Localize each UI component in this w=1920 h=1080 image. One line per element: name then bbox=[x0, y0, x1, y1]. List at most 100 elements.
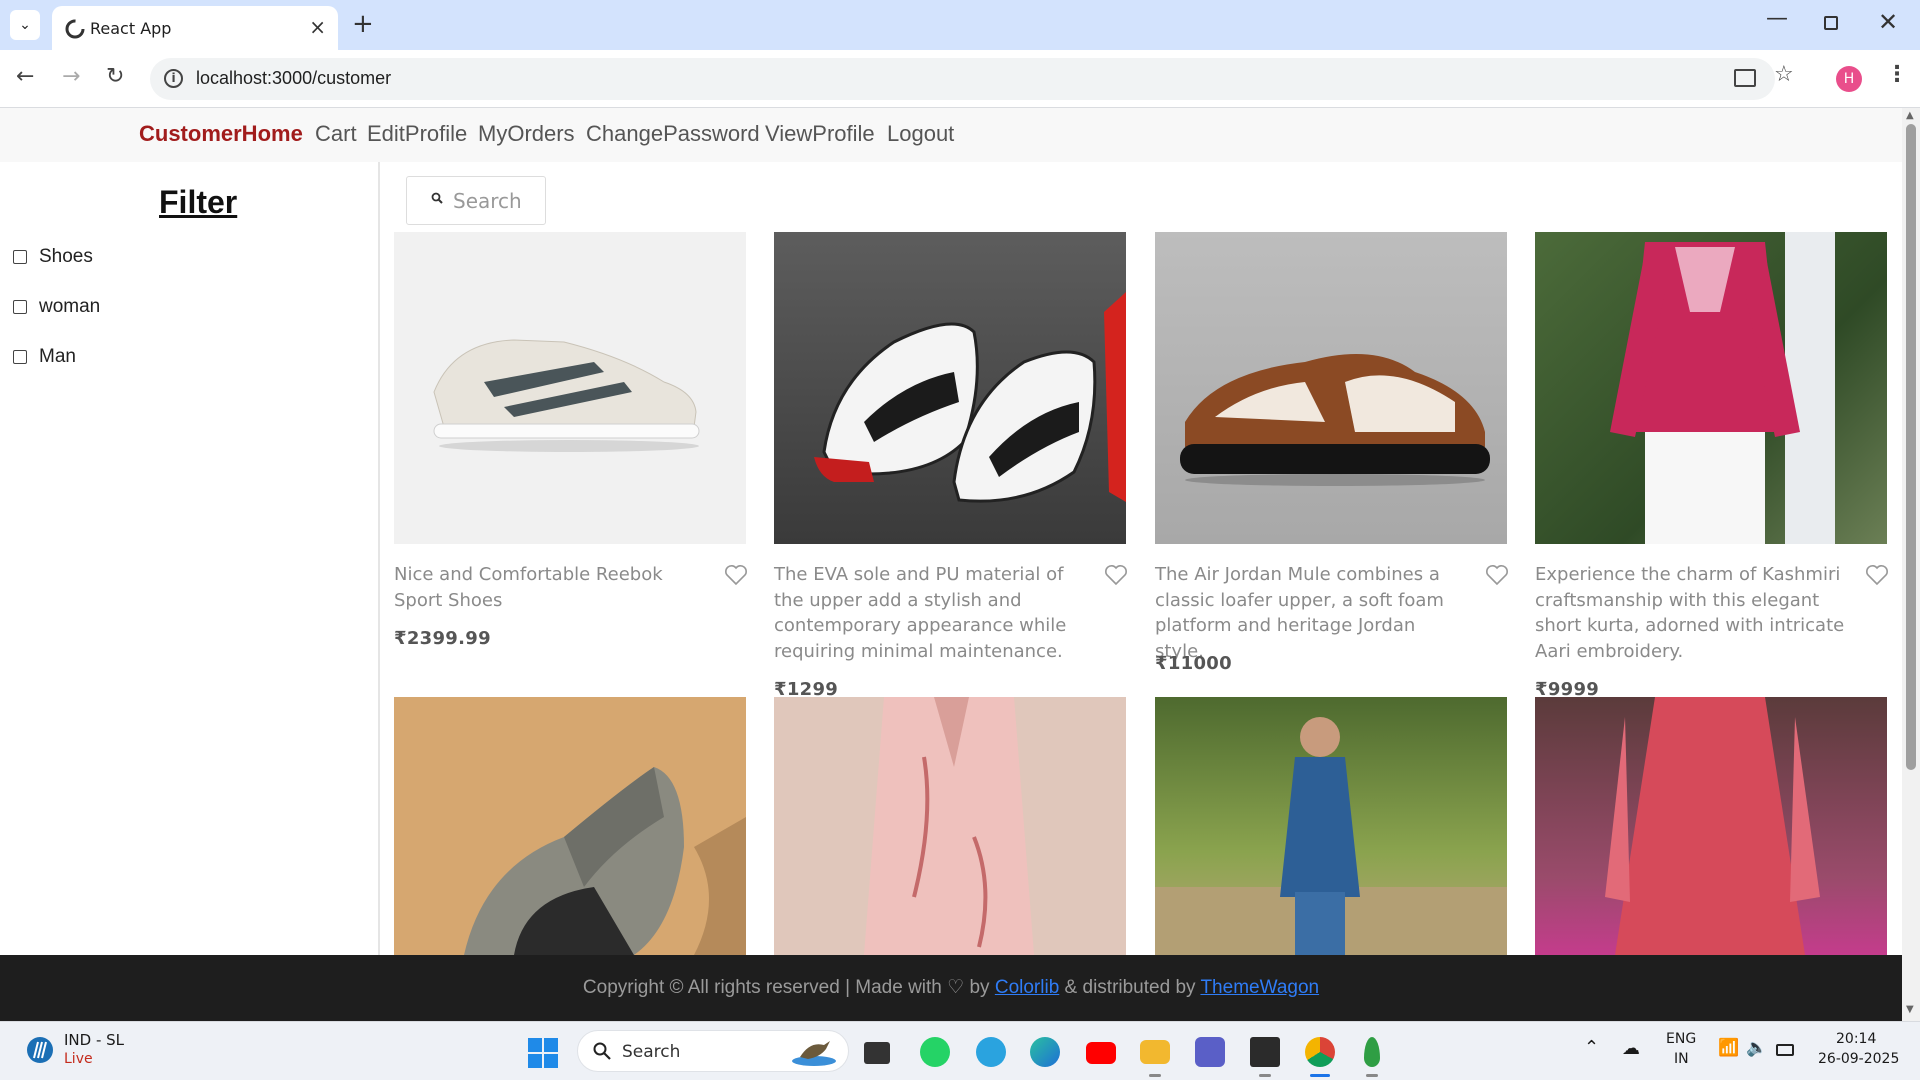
windows-start-icon[interactable] bbox=[528, 1038, 558, 1068]
woman-checkbox[interactable] bbox=[13, 300, 27, 314]
widget-live-label: Live bbox=[64, 1051, 93, 1067]
address-bar[interactable]: i localhost:3000/customer bbox=[150, 58, 1775, 100]
clock-date[interactable]: 26-09-2025 bbox=[1818, 1051, 1899, 1067]
filter-label: Man bbox=[39, 346, 76, 367]
search-highlight-bird-icon bbox=[792, 1041, 836, 1066]
wifi-icon[interactable]: 📶 bbox=[1718, 1038, 1739, 1058]
battery-icon[interactable] bbox=[1776, 1044, 1794, 1056]
taskbar-search-box[interactable]: Search bbox=[577, 1030, 849, 1072]
customer-navbar: CustomerHome Cart EditProfile MyOrders C… bbox=[0, 108, 1902, 162]
file-explorer-icon[interactable] bbox=[1140, 1040, 1170, 1064]
show-hidden-icons-chevron-icon[interactable]: ⌃ bbox=[1584, 1037, 1599, 1058]
site-footer: Copyright © All rights reserved | Made w… bbox=[0, 955, 1902, 1021]
task-view-icon[interactable] bbox=[864, 1042, 890, 1064]
nav-change-password[interactable]: ChangePassword bbox=[586, 121, 760, 147]
nav-customer-home[interactable]: CustomerHome bbox=[139, 121, 303, 147]
product-description: Experience the charm of Kashmiri craftsm… bbox=[1535, 564, 1845, 662]
clock-time[interactable]: 20:14 bbox=[1836, 1031, 1876, 1047]
reload-icon[interactable]: ↻ bbox=[106, 64, 124, 89]
bookmark-star-icon[interactable]: ☆ bbox=[1774, 62, 1794, 87]
whatsapp-icon[interactable] bbox=[920, 1037, 950, 1067]
product-image-red-suit[interactable] bbox=[1535, 697, 1887, 955]
windows-taskbar: IND - SL Live Search ⌃ ☁ ENG IN 📶 🔈 20:1… bbox=[0, 1021, 1920, 1080]
filter-label: Shoes bbox=[39, 246, 93, 267]
terminal-icon[interactable] bbox=[1250, 1037, 1280, 1067]
scroll-down-arrow-icon[interactable]: ▼ bbox=[1906, 1004, 1914, 1015]
nav-cart[interactable]: Cart bbox=[315, 121, 357, 147]
running-indicator bbox=[1259, 1074, 1271, 1077]
heart-icon[interactable] bbox=[1104, 564, 1128, 586]
browser-tabbar: ⌄ React App × + — ✕ bbox=[0, 0, 1920, 50]
volume-icon[interactable]: 🔈 bbox=[1746, 1038, 1767, 1058]
footer-by: by bbox=[969, 977, 990, 998]
site-info-icon[interactable]: i bbox=[164, 69, 183, 88]
tab-title: React App bbox=[90, 19, 172, 38]
close-window-icon[interactable]: ✕ bbox=[1878, 8, 1898, 36]
themewagon-link[interactable]: ThemeWagon bbox=[1200, 977, 1319, 998]
nav-logout[interactable]: Logout bbox=[887, 121, 954, 147]
mongodb-icon[interactable] bbox=[1364, 1037, 1380, 1067]
tab-search-chevron-icon[interactable]: ⌄ bbox=[10, 10, 40, 40]
youtube-icon[interactable] bbox=[1086, 1042, 1116, 1064]
filter-sidebar: Filter Shoes woman Man bbox=[0, 162, 380, 955]
close-tab-icon[interactable]: × bbox=[309, 15, 326, 39]
product-image-grey-shoe[interactable] bbox=[394, 697, 746, 955]
browser-menu-icon[interactable]: ⋮ bbox=[1886, 62, 1908, 87]
product-image-kashmiri-kurta[interactable] bbox=[1535, 232, 1887, 544]
product-description: Nice and Comfortable Reebok Sport Shoes bbox=[394, 564, 663, 611]
minimize-window-icon[interactable]: — bbox=[1766, 6, 1788, 31]
product-image-pink-kurta[interactable] bbox=[774, 697, 1126, 955]
running-indicator bbox=[1366, 1074, 1378, 1077]
url-text[interactable]: localhost:3000/customer bbox=[196, 68, 391, 89]
search-input[interactable]: Search bbox=[406, 176, 546, 225]
edge-browser-icon[interactable] bbox=[1030, 1037, 1060, 1067]
new-tab-icon[interactable]: + bbox=[352, 9, 374, 39]
nav-my-orders[interactable]: MyOrders bbox=[478, 121, 575, 147]
browser-tab[interactable]: React App × bbox=[52, 6, 338, 50]
footer-text: Copyright © All rights reserved | Made w… bbox=[0, 976, 1902, 999]
taskbar-search-label: Search bbox=[622, 1042, 681, 1062]
widget-title[interactable]: IND - SL bbox=[64, 1031, 124, 1049]
product-image-black-white-sneakers[interactable] bbox=[774, 232, 1126, 544]
product-price: ₹11000 bbox=[1155, 653, 1232, 674]
telegram-icon[interactable] bbox=[976, 1037, 1006, 1067]
forward-arrow-icon[interactable]: → bbox=[62, 64, 80, 89]
profile-avatar[interactable]: H bbox=[1836, 66, 1862, 92]
language-region[interactable]: IN bbox=[1674, 1051, 1689, 1067]
product-image-jordan-mule[interactable] bbox=[1155, 232, 1507, 544]
search-placeholder: Search bbox=[453, 189, 522, 213]
product-description: The EVA sole and PU material of the uppe… bbox=[774, 564, 1067, 662]
filter-option-man[interactable]: Man bbox=[13, 346, 76, 368]
footer-distributed: & distributed by bbox=[1064, 977, 1196, 998]
product-image-sneaker[interactable] bbox=[394, 232, 746, 544]
nav-edit-profile[interactable]: EditProfile bbox=[367, 121, 467, 147]
teams-icon[interactable] bbox=[1195, 1037, 1225, 1067]
product-price: ₹2399.99 bbox=[394, 628, 491, 649]
shoes-checkbox[interactable] bbox=[13, 250, 27, 264]
page-scrollbar[interactable]: ▲ ▼ bbox=[1902, 108, 1920, 1021]
product-image-blue-kurta-model[interactable] bbox=[1155, 697, 1507, 955]
running-indicator bbox=[1149, 1074, 1161, 1077]
heart-icon[interactable] bbox=[724, 564, 748, 586]
back-arrow-icon[interactable]: ← bbox=[16, 64, 34, 89]
page-content: CustomerHome Cart EditProfile MyOrders C… bbox=[0, 108, 1902, 955]
react-app-favicon-icon bbox=[65, 19, 85, 39]
filter-label: woman bbox=[39, 296, 101, 317]
filter-option-shoes[interactable]: Shoes bbox=[13, 246, 93, 268]
restore-window-icon[interactable] bbox=[1824, 16, 1838, 30]
active-app-indicator bbox=[1310, 1074, 1330, 1077]
filter-option-woman[interactable]: woman bbox=[13, 296, 100, 318]
scroll-up-arrow-icon[interactable]: ▲ bbox=[1906, 110, 1914, 121]
heart-icon[interactable] bbox=[1485, 564, 1509, 586]
onedrive-offline-icon[interactable]: ☁ bbox=[1622, 1038, 1640, 1059]
search-icon bbox=[431, 192, 443, 204]
install-app-icon[interactable] bbox=[1734, 69, 1756, 87]
man-checkbox[interactable] bbox=[13, 350, 27, 364]
cricket-widget-icon[interactable] bbox=[26, 1036, 54, 1064]
language-indicator[interactable]: ENG bbox=[1666, 1031, 1696, 1047]
heart-icon[interactable] bbox=[1865, 564, 1889, 586]
scroll-thumb[interactable] bbox=[1906, 124, 1916, 770]
colorlib-link[interactable]: Colorlib bbox=[995, 977, 1059, 998]
chrome-icon[interactable] bbox=[1305, 1037, 1335, 1067]
nav-view-profile[interactable]: ViewProfile bbox=[765, 121, 875, 147]
